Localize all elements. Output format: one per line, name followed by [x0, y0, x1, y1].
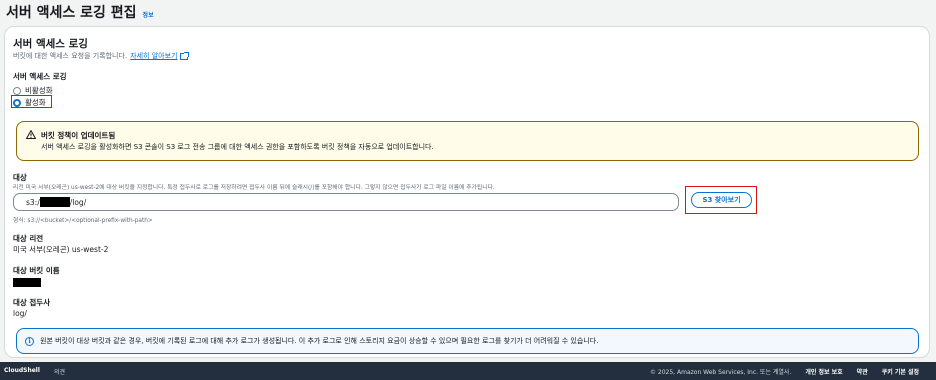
copyright-text: © 2025, Amazon Web Services, Inc. 또는 계열사… — [650, 368, 792, 376]
target-region-label: 대상 리전 — [13, 234, 44, 243]
console-footer: CloudShell 의견 © 2025, Amazon Web Service… — [0, 362, 936, 380]
warning-icon — [26, 130, 36, 139]
redacted-bucket-name — [39, 197, 70, 207]
info-link[interactable]: 정보 — [143, 10, 154, 19]
page-title: 서버 액세스 로깅 편집 — [6, 5, 137, 21]
logging-label: 서버 액세스 로깅 — [13, 72, 67, 81]
bucket-policy-warning: 버킷 정책이 업데이트됨 서버 액세스 로깅을 활성화하면 S3 콘솔이 S3 … — [16, 121, 919, 161]
section-title: 서버 액세스 로깅 — [13, 38, 88, 50]
target-prefix-label: 대상 접두사 — [13, 298, 51, 307]
enable-highlight-box — [11, 95, 52, 108]
privacy-link[interactable]: 개인 정보 보호 — [805, 367, 842, 376]
format-hint: 형식: s3://<bucket>/<optional-prefix-with-… — [13, 218, 153, 224]
cloudshell-link[interactable]: CloudShell — [4, 367, 40, 376]
radio-disable-circle[interactable] — [13, 86, 21, 95]
browse-s3-button[interactable]: S3 찾아보기 — [691, 192, 752, 208]
learn-more-link[interactable]: 자세히 알아보기 — [130, 51, 177, 61]
target-prefix-value: log/ — [13, 309, 27, 318]
target-uri-suffix: /log/ — [69, 197, 87, 207]
target-description: 리전 미국 서부(오레곤) us-west-2에 대상 버킷을 지정합니다. 특… — [13, 185, 495, 191]
target-bucket-value — [13, 278, 41, 289]
terms-link[interactable]: 약관 — [857, 367, 868, 376]
warning-text: 서버 액세스 로깅을 활성화하면 S3 콘솔이 S3 로그 전송 그룹에 대한 … — [41, 143, 434, 151]
page-header: 서버 액세스 로깅 편집 정보 — [6, 2, 154, 21]
server-access-logging-panel: 서버 액세스 로깅 버킷에 대한 액세스 요청을 기록합니다. 자세히 알아보기… — [4, 26, 930, 358]
external-link-icon — [180, 51, 190, 60]
warning-title: 버킷 정책이 업데이트됨 — [41, 131, 116, 140]
feedback-link[interactable]: 의견 — [54, 367, 65, 376]
same-bucket-info-alert: i 원본 버킷이 대상 버킷과 같은 경우, 버킷에 기록된 로그에 대해 추가… — [16, 328, 919, 354]
info-icon: i — [25, 336, 34, 346]
target-uri-prefix: s3:/ — [26, 197, 40, 207]
info-alert-text: 원본 버킷이 대상 버킷과 같은 경우, 버킷에 기록된 로그에 대해 추가 로… — [40, 337, 599, 345]
target-s3-uri-input[interactable]: s3:/ /log/ — [13, 193, 679, 211]
section-description-text: 버킷에 대한 액세스 요청을 기록합니다. — [13, 52, 128, 60]
redacted-target-bucket — [13, 278, 41, 287]
target-bucket-label: 대상 버킷 이름 — [13, 266, 60, 275]
cookie-preferences-link[interactable]: 쿠키 기본 설정 — [882, 367, 919, 376]
section-description: 버킷에 대한 액세스 요청을 기록합니다. 자세히 알아보기 — [13, 51, 190, 61]
target-region-value: 미국 서부(오레곤) us-west-2 — [13, 245, 109, 254]
